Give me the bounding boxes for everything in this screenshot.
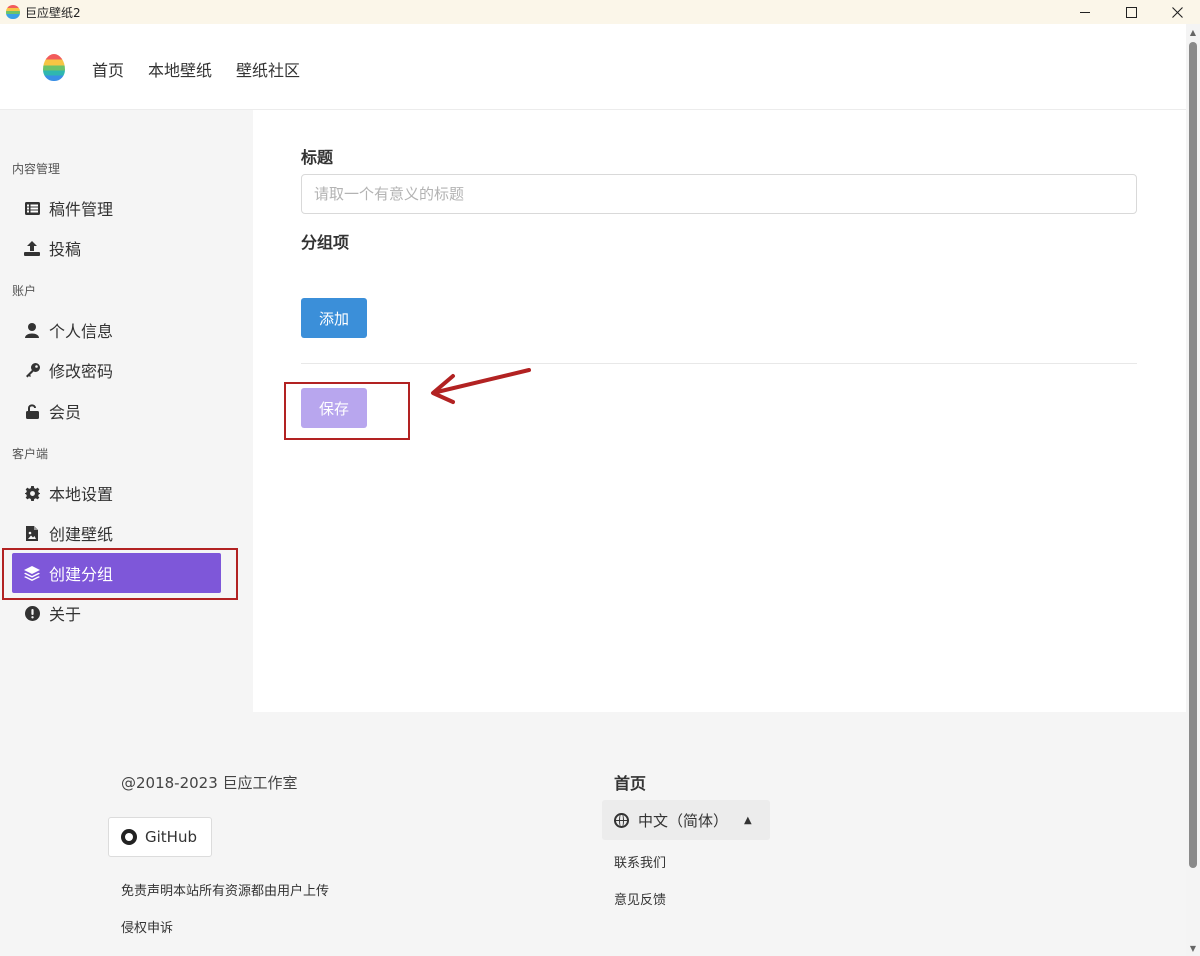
sidebar-item-label: 稿件管理 [49, 200, 114, 219]
nav-home[interactable]: 首页 [92, 57, 124, 81]
sidebar-item-label: 投稿 [49, 240, 82, 259]
sidebar-item-label: 会员 [49, 403, 82, 422]
create-group-highlight-box [2, 548, 238, 600]
copyright-text: @2018-2023 巨应工作室 [121, 774, 298, 792]
sidebar-item-create-wallpaper[interactable]: 创建壁纸 [12, 513, 221, 553]
window-title: 巨应壁纸2 [25, 5, 81, 20]
arrow-icon [431, 368, 531, 404]
sidebar-item-label: 修改密码 [49, 362, 114, 381]
nav-local-wallpaper[interactable]: 本地壁纸 [148, 57, 212, 81]
add-button[interactable]: 添加 [301, 298, 367, 338]
group-items-label: 分组项 [301, 233, 350, 252]
top-nav: 首页 本地壁纸 壁纸社区 [92, 57, 300, 81]
file-image-icon [24, 525, 40, 541]
github-label: GitHub [145, 828, 197, 846]
footer: @2018-2023 巨应工作室 GitHub 免责声明本站所有资源都由用户上传… [0, 712, 1186, 956]
globe-icon [614, 812, 629, 828]
save-highlight-box [284, 382, 410, 440]
scroll-down-arrow-icon[interactable]: ▼ [1186, 944, 1200, 954]
language-select[interactable]: 中文（简体） ▲ [602, 800, 770, 840]
gear-icon [24, 485, 40, 501]
section-account: 账户 [12, 284, 37, 298]
list-icon [24, 200, 40, 216]
caret-up-icon: ▲ [744, 814, 752, 826]
sidebar-item-label: 创建壁纸 [49, 525, 114, 544]
maximize-button[interactable] [1108, 0, 1154, 24]
sidebar-item-membership[interactable]: 会员 [12, 391, 221, 431]
github-icon [121, 829, 137, 845]
footer-home-title: 首页 [614, 774, 647, 793]
feedback-link[interactable]: 意见反馈 [614, 889, 666, 908]
sidebar-item-profile[interactable]: 个人信息 [12, 310, 221, 350]
sidebar-item-manuscripts[interactable]: 稿件管理 [12, 188, 221, 228]
scroll-up-arrow-icon[interactable]: ▲ [1186, 28, 1200, 38]
github-button[interactable]: GitHub [108, 817, 212, 857]
top-header: 首页 本地壁纸 壁纸社区 [0, 24, 1186, 110]
close-button[interactable] [1154, 0, 1200, 24]
minimize-button[interactable] [1062, 0, 1108, 24]
nav-wallpaper-community[interactable]: 壁纸社区 [236, 57, 300, 81]
language-value: 中文（简体） [638, 811, 729, 830]
sidebar-item-label: 本地设置 [49, 485, 114, 504]
sidebar: 内容管理 稿件管理 投稿 账户 个人信息 修改密码 会员 客户端 本地设置 创建… [0, 110, 253, 712]
upload-icon [24, 240, 40, 256]
title-input[interactable] [301, 174, 1137, 214]
window-titlebar: 巨应壁纸2 [0, 0, 1200, 24]
logo-icon[interactable] [43, 54, 65, 81]
section-content-management: 内容管理 [12, 162, 61, 176]
sidebar-item-label: 个人信息 [49, 322, 114, 341]
key-icon [24, 362, 40, 378]
exclamation-circle-icon [24, 605, 40, 621]
sidebar-item-local-settings[interactable]: 本地设置 [12, 473, 221, 513]
sidebar-item-label: 关于 [49, 605, 82, 624]
sidebar-item-submit[interactable]: 投稿 [12, 228, 221, 268]
sidebar-item-change-password[interactable]: 修改密码 [12, 350, 221, 390]
contact-link[interactable]: 联系我们 [614, 852, 666, 871]
app-icon [6, 5, 20, 19]
title-label: 标题 [301, 148, 334, 167]
close-icon [1171, 6, 1183, 18]
disclaimer-link[interactable]: 免责声明本站所有资源都由用户上传 [121, 880, 329, 899]
user-icon [24, 322, 40, 338]
section-client: 客户端 [12, 447, 49, 461]
unlock-icon [24, 403, 40, 419]
scrollbar-thumb[interactable] [1189, 42, 1197, 868]
infringement-link[interactable]: 侵权申诉 [121, 917, 173, 936]
